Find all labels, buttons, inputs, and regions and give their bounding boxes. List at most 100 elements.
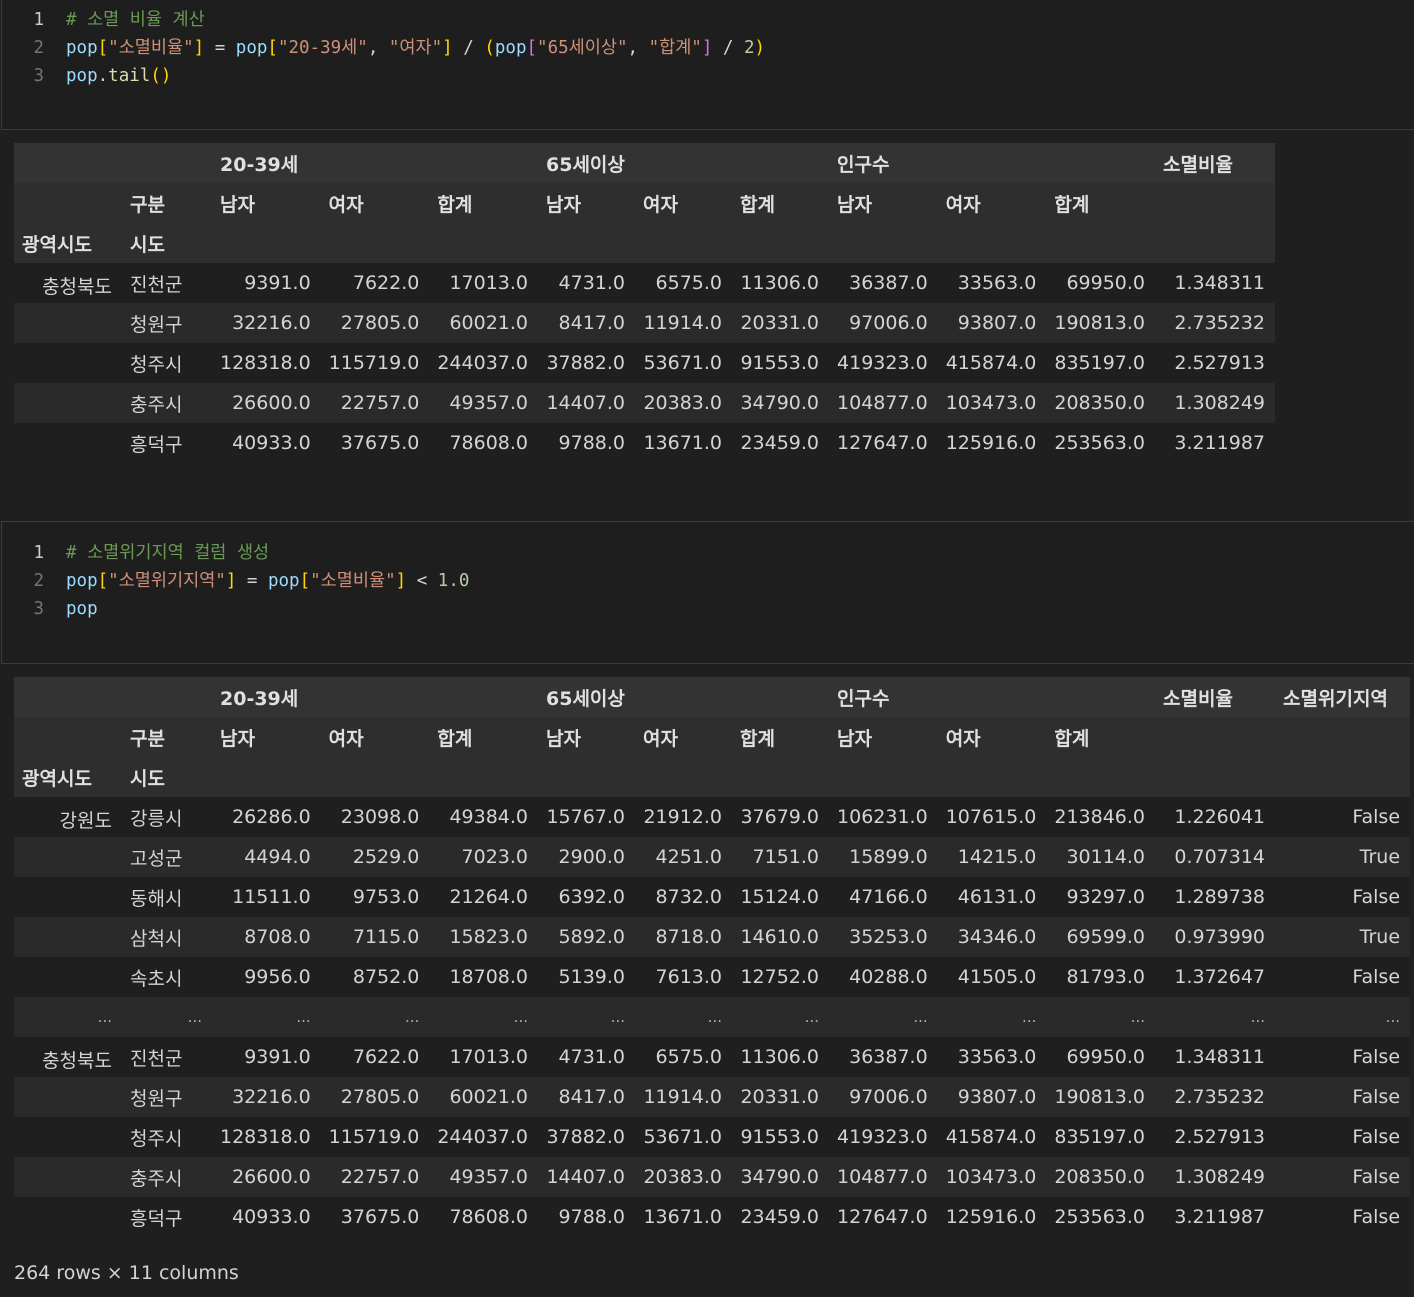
- column-header: [14, 183, 122, 223]
- table-cell: 15823.0: [449, 926, 529, 948]
- column-header: [635, 677, 732, 717]
- table-cell: 33563.0: [957, 272, 1037, 294]
- table-cell: True: [1359, 846, 1401, 868]
- column-header: [938, 143, 1047, 183]
- index-name: 시도: [130, 767, 165, 790]
- code-line[interactable]: 3 pop: [2, 595, 97, 623]
- column-header: 합계: [1054, 193, 1090, 216]
- table-cell: 127647.0: [837, 432, 928, 454]
- table-cell: 14407.0: [546, 392, 626, 414]
- table-cell: 15899.0: [849, 846, 928, 868]
- code-token: .: [97, 66, 109, 86]
- table-cell: 9956.0: [244, 966, 311, 988]
- ellipsis-cell: ...: [405, 1008, 420, 1026]
- column-header: 65세이상: [546, 687, 625, 710]
- code-token: "20-39세": [277, 38, 368, 58]
- table-cell: 21912.0: [643, 806, 723, 828]
- table-cell: 26600.0: [232, 392, 311, 414]
- code-line[interactable]: 2 pop["소멸위기지역"] = pop["소멸비율"] < 1.0: [2, 567, 469, 595]
- index-level-1: 삼척시: [130, 927, 183, 950]
- column-header: 합계: [1054, 727, 1090, 750]
- column-header: [1275, 717, 1410, 757]
- table-cell: 40933.0: [232, 432, 311, 454]
- table-row: 고성군 4494.0 2529.0 7023.0 2900.0 4251.0 7151.0 1…: [14, 837, 1411, 877]
- index-level-0: 충청북도: [42, 1050, 112, 1072]
- column-header: [732, 143, 829, 183]
- table-cell: False: [1352, 1086, 1401, 1108]
- dataframe-output-full: 20-39세 65세이상 인구수 소멸비율 소멸위기지역 구분 남자 여자 합계 남자 여자 합계 남…: [14, 677, 1411, 1237]
- table-cell: 3.211987: [1174, 432, 1266, 454]
- table-row: 청원구 32216.0 27805.0 60021.0 8417.0 11914.0 203…: [14, 1077, 1411, 1117]
- column-header: 여자: [643, 727, 678, 750]
- index-level-0: [14, 423, 122, 463]
- table-cell: 53671.0: [643, 352, 723, 374]
- code-token: pop: [235, 38, 268, 58]
- table-cell: 37679.0: [740, 806, 820, 828]
- column-header: 소멸위기지역: [1283, 687, 1388, 710]
- code-line[interactable]: 1 # 소멸위기지역 컬럼 생성: [2, 539, 269, 567]
- column-header: 남자: [220, 727, 255, 750]
- code-token: ]: [193, 38, 205, 58]
- ellipsis-cell: ...: [707, 1008, 723, 1026]
- table-cell: 27805.0: [340, 312, 420, 334]
- ellipsis-cell: ...: [1385, 1008, 1401, 1026]
- table-cell: 78608.0: [449, 1206, 529, 1228]
- table-cell: 97006.0: [849, 312, 928, 334]
- index-level-1: 청원구: [130, 313, 183, 336]
- code-token: "소멸비율": [108, 38, 194, 58]
- table-cell: 7023.0: [461, 846, 529, 868]
- column-header: [938, 677, 1047, 717]
- code-cell-2[interactable]: 1 # 소멸위기지역 컬럼 생성 2 pop["소멸위기지역"] = pop["소멸…: [1, 521, 1414, 664]
- table-cell: 9753.0: [352, 886, 420, 908]
- column-header: [14, 717, 122, 757]
- column-header: 소멸비율: [1163, 153, 1233, 176]
- table-cell: 419323.0: [837, 352, 928, 374]
- table-cell: 46131.0: [957, 886, 1037, 908]
- code-token: # 소멸 비율 계산: [66, 10, 205, 30]
- code-line[interactable]: 3 pop.tail(): [2, 62, 171, 90]
- index-level-0: [14, 957, 122, 997]
- code-cell-1[interactable]: 1 # 소멸 비율 계산 2 pop["소멸비율"] = pop["20-39세",…: [1, 0, 1414, 130]
- table-cell: 30114.0: [1066, 846, 1146, 868]
- table-cell: 7613.0: [655, 966, 723, 988]
- table-cell: 23098.0: [340, 806, 420, 828]
- code-line[interactable]: 1 # 소멸 비율 계산: [2, 6, 205, 34]
- code-token: ]: [442, 38, 453, 58]
- table-cell: 40288.0: [849, 966, 928, 988]
- line-number: 2: [33, 571, 44, 591]
- table-cell: 8718.0: [655, 926, 723, 948]
- code-token: pop: [267, 571, 300, 591]
- table-cell: 11511.0: [232, 886, 311, 908]
- table-cell: 11306.0: [740, 1046, 820, 1068]
- table-cell: 93807.0: [957, 312, 1037, 334]
- table-cell: 103473.0: [945, 1166, 1037, 1188]
- table-cell: 21264.0: [449, 886, 529, 908]
- ellipsis-cell: ...: [97, 1008, 112, 1026]
- column-header: [635, 143, 732, 183]
- header-row-top: 20-39세 65세이상 인구수 소멸비율: [14, 143, 1276, 183]
- index-level-1: 동해시: [130, 887, 183, 910]
- code-line[interactable]: 2 pop["소멸비율"] = pop["20-39세", "여자"] / (po…: [2, 34, 765, 62]
- code-token: [: [299, 571, 311, 591]
- table-cell: 9391.0: [244, 272, 311, 294]
- index-level-0: [14, 303, 122, 343]
- column-header: [429, 677, 538, 717]
- table-cell: 93297.0: [1066, 886, 1146, 908]
- table-cell: 11306.0: [740, 272, 820, 294]
- index-level-0: 충청북도: [42, 276, 112, 298]
- index-level-1: 충주시: [130, 393, 183, 416]
- index-level-1: 고성군: [130, 847, 183, 870]
- column-header: 구분: [130, 193, 165, 216]
- table-cell: 208350.0: [1054, 392, 1146, 414]
- column-header: 합계: [437, 193, 473, 216]
- table-cell: 14610.0: [740, 926, 820, 948]
- column-header: [1155, 183, 1275, 223]
- code-token: ]: [395, 571, 407, 591]
- column-header: [122, 677, 212, 717]
- table-cell: 1.289738: [1174, 886, 1266, 908]
- ellipsis-cell: ...: [1022, 1008, 1037, 1026]
- table-cell: 40933.0: [232, 1206, 311, 1228]
- table-cell: 0.973990: [1174, 926, 1266, 948]
- table-cell: 47166.0: [849, 886, 928, 908]
- table-cell: 36387.0: [849, 272, 928, 294]
